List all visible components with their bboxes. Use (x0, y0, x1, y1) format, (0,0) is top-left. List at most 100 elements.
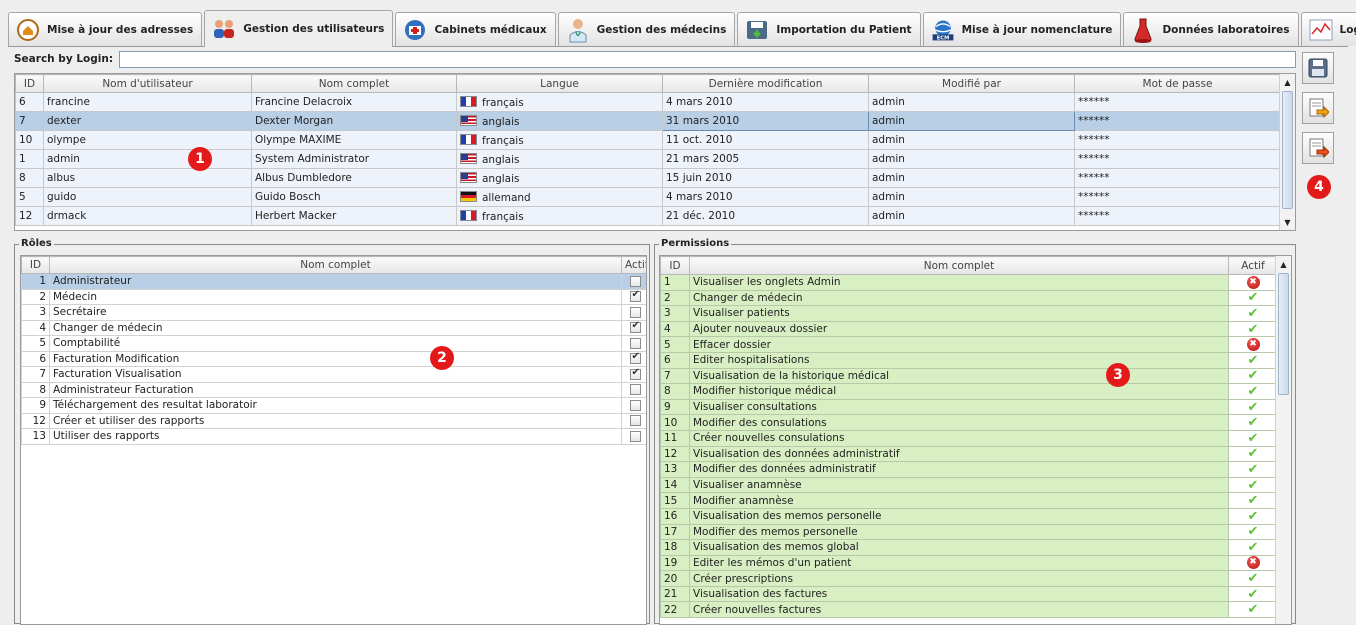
permission-active-cell[interactable]: ✖ (1228, 274, 1278, 291)
permission-row[interactable]: 2 Changer de médecin ✔ (660, 289, 1278, 307)
permissions-column-header[interactable]: Actif (1228, 256, 1278, 275)
user-password[interactable]: ****** (1074, 92, 1281, 112)
permission-active-cell[interactable]: ✔ (1228, 523, 1278, 541)
permission-row[interactable]: 6 Editer hospitalisations ✔ (660, 351, 1278, 369)
permission-row[interactable]: 13 Modifier des données administratif ✔ (660, 461, 1278, 478)
permission-row[interactable]: 11 Créer nouvelles consulations ✔ (660, 429, 1278, 447)
permission-row[interactable]: 1 Visualiser les onglets Admin ✖ (660, 274, 1278, 291)
permission-row[interactable]: 3 Visualiser patients ✔ (660, 305, 1278, 322)
role-row[interactable]: 1 Administrateur (21, 273, 646, 290)
permission-active-cell[interactable]: ✔ (1228, 461, 1278, 478)
scroll-thumb[interactable] (1282, 91, 1293, 209)
permission-row[interactable]: 4 Ajouter nouveaux dossier ✔ (660, 320, 1278, 338)
permission-row[interactable]: 15 Modifier anamnèse ✔ (660, 492, 1278, 509)
users-column-header[interactable]: Langue (456, 74, 663, 93)
role-row[interactable]: 5 Comptabilité (21, 335, 646, 352)
permission-row[interactable]: 7 Visualisation de la historique médical ✔ (660, 367, 1278, 385)
user-password[interactable]: ****** (1074, 168, 1281, 188)
permissions-column-header[interactable]: Nom complet (689, 256, 1229, 275)
role-row[interactable]: 7 Facturation Visualisation (21, 366, 646, 383)
tab-log[interactable]: Log (1300, 12, 1356, 46)
permission-row[interactable]: 8 Modifier historique médical ✔ (660, 383, 1278, 400)
permission-row[interactable]: 21 Visualisation des factures ✔ (660, 585, 1278, 603)
user-password[interactable]: ****** (1074, 130, 1281, 150)
permission-active-cell[interactable]: ✔ (1228, 289, 1278, 307)
roles-column-header[interactable]: ID (21, 256, 50, 274)
permission-active-cell[interactable]: ✔ (1228, 585, 1278, 603)
role-active-checkbox[interactable] (629, 337, 641, 349)
role-row[interactable]: 8 Administrateur Facturation (21, 381, 646, 398)
users-column-header[interactable]: Mot de passe (1074, 74, 1281, 93)
permission-active-cell[interactable]: ✔ (1228, 570, 1278, 587)
permission-active-cell[interactable]: ✔ (1228, 367, 1278, 385)
users-column-header[interactable]: Nom complet (251, 74, 457, 93)
permission-active-cell[interactable]: ✔ (1228, 507, 1278, 525)
permission-active-cell[interactable]: ✔ (1228, 539, 1278, 556)
role-active-checkbox[interactable] (629, 352, 641, 365)
permission-active-cell[interactable]: ✖ (1228, 554, 1278, 572)
user-password[interactable]: ****** (1074, 206, 1281, 226)
permission-row[interactable]: 22 Créer nouvelles factures ✔ (660, 601, 1278, 619)
permission-active-cell[interactable]: ✔ (1228, 305, 1278, 322)
tab-gestion-utilisateurs[interactable]: Gestion des utilisateurs (204, 10, 394, 47)
roles-column-header[interactable]: Nom complet (49, 256, 622, 274)
permission-row[interactable]: 17 Modifier des memos personelle ✔ (660, 523, 1278, 541)
user-row[interactable]: 8 albus Albus Dumbledore anglais 15 juin 201… (15, 168, 1281, 188)
users-column-header[interactable]: Dernière modification (662, 74, 869, 93)
users-column-header[interactable]: Nom d'utilisateur (43, 74, 252, 93)
role-active-checkbox[interactable] (629, 430, 641, 442)
user-password[interactable]: ****** (1074, 149, 1281, 169)
permission-active-cell[interactable]: ✔ (1228, 601, 1278, 619)
scroll-down-icon[interactable]: ▼ (1280, 214, 1295, 230)
save-button[interactable] (1302, 52, 1334, 84)
scroll-up-icon[interactable]: ▲ (1276, 256, 1291, 272)
users-column-header[interactable]: Modifié par (868, 74, 1075, 93)
role-active-checkbox[interactable] (629, 384, 641, 396)
tab-importation-patient[interactable]: Importation du Patient (737, 12, 921, 46)
users-column-header[interactable]: ID (15, 74, 44, 93)
permission-row[interactable]: 18 Visualisation des memos global ✔ (660, 539, 1278, 556)
user-password[interactable]: ****** (1074, 187, 1281, 207)
role-active-checkbox[interactable] (629, 306, 641, 318)
permission-row[interactable]: 12 Visualisation des données administrati… (660, 445, 1278, 463)
role-active-checkbox[interactable] (629, 415, 641, 427)
user-row[interactable]: 7 dexter Dexter Morgan anglais 31 mars 2010 a… (15, 111, 1281, 131)
permission-active-cell[interactable]: ✔ (1228, 492, 1278, 509)
permission-row[interactable]: 9 Visualiser consultations ✔ (660, 398, 1278, 416)
add-user-button[interactable] (1302, 92, 1334, 124)
tab-mise-a-jour-nomenclature[interactable]: ECM Mise à jour nomenclature (922, 12, 1122, 46)
search-input[interactable] (119, 50, 1296, 68)
permission-active-cell[interactable]: ✔ (1228, 398, 1278, 416)
role-active-checkbox[interactable] (629, 367, 641, 380)
scroll-thumb[interactable] (1278, 273, 1289, 395)
permission-active-cell[interactable]: ✔ (1228, 383, 1278, 400)
tab-donnees-laboratoires[interactable]: Données laboratoires (1123, 12, 1299, 46)
permission-active-cell[interactable]: ✔ (1228, 320, 1278, 338)
permission-active-cell[interactable]: ✔ (1228, 429, 1278, 447)
role-row[interactable]: 4 Changer de médecin (21, 319, 646, 336)
permission-row[interactable]: 14 Visualiser anamnèse ✔ (660, 476, 1278, 494)
permission-active-cell[interactable]: ✖ (1228, 336, 1278, 353)
users-scrollbar[interactable]: ▲ ▼ (1279, 74, 1295, 230)
permission-row[interactable]: 5 Effacer dossier ✖ (660, 336, 1278, 353)
permission-row[interactable]: 20 Créer prescriptions ✔ (660, 570, 1278, 587)
role-active-checkbox[interactable] (629, 399, 641, 411)
permission-active-cell[interactable]: ✔ (1228, 351, 1278, 369)
permission-active-cell[interactable]: ✔ (1228, 476, 1278, 494)
delete-user-button[interactable] (1302, 132, 1334, 164)
user-row[interactable]: 10 olympe Olympe MAXIME français 11 oct. 201… (15, 130, 1281, 150)
role-active-checkbox[interactable] (629, 275, 641, 287)
role-row[interactable]: 12 Créer et utiliser des rapports (21, 412, 646, 429)
scroll-up-icon[interactable]: ▲ (1280, 74, 1295, 90)
tab-cabinets-medicaux[interactable]: Cabinets médicaux (395, 12, 556, 46)
permissions-scrollbar[interactable]: ▲ (1275, 256, 1291, 624)
permission-row[interactable]: 16 Visualisation des memos personelle ✔ (660, 507, 1278, 525)
permission-active-cell[interactable]: ✔ (1228, 414, 1278, 431)
user-row[interactable]: 5 guido Guido Bosch allemand 4 mars 2010 admi… (15, 187, 1281, 207)
user-password[interactable]: ****** (1074, 111, 1281, 131)
tab-mise-a-jour-adresses[interactable]: Mise à jour des adresses (8, 12, 203, 46)
permissions-column-header[interactable]: ID (660, 256, 690, 275)
roles-column-header[interactable]: Actif (621, 256, 646, 274)
role-active-checkbox[interactable] (629, 321, 641, 334)
permission-row[interactable]: 10 Modifier des consulations ✔ (660, 414, 1278, 431)
